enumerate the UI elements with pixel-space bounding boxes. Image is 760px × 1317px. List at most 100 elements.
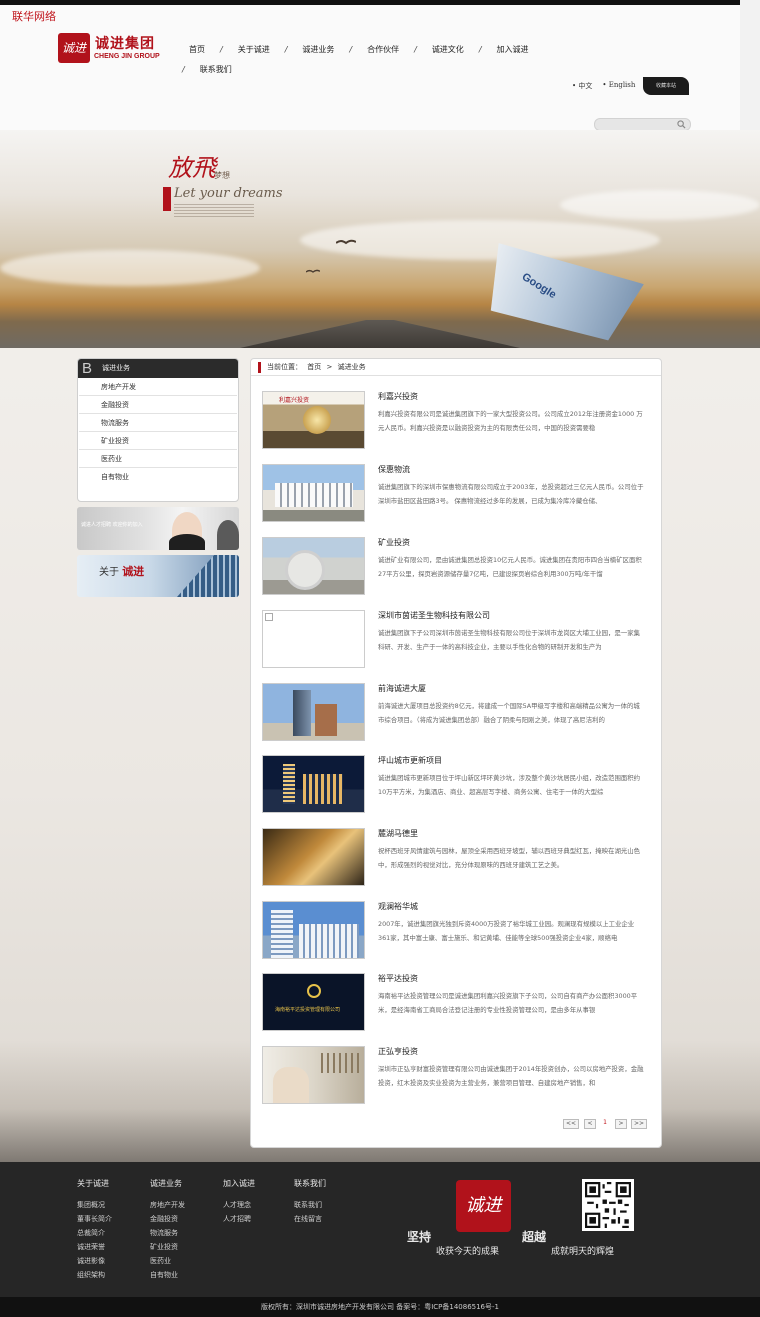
footer-link[interactable]: 组织架构 <box>77 1268 112 1282</box>
footer-link[interactable]: 人才理念 <box>223 1198 255 1212</box>
list-item[interactable]: 观澜裕华城 2007年，诚进集团旗光独到斥资4000万投资了裕华城工业园。观澜现… <box>262 901 652 961</box>
footer-link[interactable]: 房地产开发 <box>150 1198 185 1212</box>
item-title[interactable]: 矿业投资 <box>378 537 410 548</box>
list-item[interactable]: 海南裕平达投资管理有限公司 裕平达投资 海南裕平达投资管理公司是诚进集团利嘉兴投… <box>262 973 652 1033</box>
pager-current-page[interactable]: 1 <box>600 1119 610 1129</box>
footer-link[interactable]: 矿业投资 <box>150 1240 185 1254</box>
item-title[interactable]: 坪山城市更新项目 <box>378 755 442 766</box>
footer-seal-logo: 诚进 <box>456 1180 511 1232</box>
nav-culture[interactable]: 诚进文化 <box>425 44 471 55</box>
lang-zh[interactable]: • 中文 <box>572 81 592 91</box>
list-item[interactable]: 深圳市茵诺圣生物科技有限公司 诚进集团旗下子公司深圳市茵诺圣生物科技有限公司位于… <box>262 610 652 670</box>
item-title[interactable]: 保惠物流 <box>378 464 410 475</box>
sidebar-item-mining[interactable]: 矿业投资 <box>79 432 237 450</box>
search-input[interactable] <box>595 119 675 130</box>
about-banner[interactable]: 关于 诚进 <box>77 555 239 597</box>
footer-link[interactable]: 金融投资 <box>150 1212 185 1226</box>
pager-first-button[interactable]: << <box>563 1119 579 1129</box>
recruit-banner[interactable]: 诚进人才招聘 欢迎你的加入 <box>77 507 239 550</box>
footer-link[interactable]: 医药业 <box>150 1254 185 1268</box>
sidebar-header: B 诚进业务 <box>78 359 238 378</box>
item-title[interactable]: 利嘉兴投资 <box>378 391 418 402</box>
item-description: 深圳市正弘亨财富投资管理有限公司由诚进集团于2014年投资创办，公司以房地产投资… <box>378 1065 644 1087</box>
footer-link[interactable]: 董事长简介 <box>77 1212 112 1226</box>
footer-link[interactable]: 在线留言 <box>294 1212 326 1226</box>
list-item[interactable]: 麓湖马德里 祝杯西班牙风情建筑与园林，屋顶全采用西班牙坡型，辅以西班牙典型红瓦，… <box>262 828 652 888</box>
item-title[interactable]: 深圳市茵诺圣生物科技有限公司 <box>378 610 490 621</box>
footer-col-title[interactable]: 关于诚进 <box>77 1178 112 1189</box>
thumbnail-globe <box>303 406 331 434</box>
item-title[interactable]: 观澜裕华城 <box>378 901 418 912</box>
item-title[interactable]: 裕平达投资 <box>378 973 418 984</box>
breadcrumb-label: 当前位置： <box>267 363 302 371</box>
list-item[interactable]: 矿业投资 诚进矿业有限公司，是由诚进集团总投资10亿元人民币。诚进集团在贵阳市四… <box>262 537 652 597</box>
nav-about[interactable]: 关于诚进 <box>231 44 277 55</box>
footer-col-about: 关于诚进 集团概况 董事长简介 总裁简介 诚进荣誉 诚进影像 组织架构 <box>77 1178 112 1282</box>
footer-col-title[interactable]: 联系我们 <box>294 1178 326 1189</box>
item-thumbnail[interactable]: 利嘉兴投资 <box>262 391 365 449</box>
footer-col-title[interactable]: 诚进业务 <box>150 1178 185 1189</box>
item-thumbnail[interactable] <box>262 828 365 886</box>
search-icon[interactable] <box>677 120 686 129</box>
list-item[interactable]: 坪山城市更新项目 诚进集团城市更新项目位于坪山新区坪环黄沙坑，涉及整个黄沙坑居民… <box>262 755 652 815</box>
list-item[interactable]: 保惠物流 诚进集团旗下的深圳市保惠物流有限公司成立于2003年，总投资超过三亿元… <box>262 464 652 524</box>
footer-slogan-left-sub: 收获今天的成果 <box>436 1247 500 1257</box>
pager-prev-button[interactable]: < <box>584 1119 596 1129</box>
footer-link[interactable]: 总裁简介 <box>77 1226 112 1240</box>
item-thumbnail[interactable] <box>262 683 365 741</box>
sidebar-item-medicine[interactable]: 医药业 <box>79 450 237 468</box>
thumbnail-plant <box>285 550 325 590</box>
nav-contact[interactable]: 联系我们 <box>193 64 239 75</box>
item-description: 诚进集团城市更新项目位于坪山新区坪环黄沙坑，涉及整个黄沙坑居民小组，改造范围面积… <box>378 774 641 796</box>
footer-col-title[interactable]: 加入诚进 <box>223 1178 255 1189</box>
footer-link[interactable]: 诚进影像 <box>77 1254 112 1268</box>
nav-business[interactable]: 诚进业务 <box>295 44 341 55</box>
banner-cloud <box>0 250 260 286</box>
site-tag: 联华网络 <box>12 10 56 23</box>
item-title[interactable]: 正弘亨投资 <box>378 1046 418 1057</box>
footer-col-business: 诚进业务 房地产开发 金融投资 物流服务 矿业投资 医药业 自有物业 <box>150 1178 185 1282</box>
pager-next-button[interactable]: > <box>615 1119 627 1129</box>
nav-join[interactable]: 加入诚进 <box>490 44 536 55</box>
person-image <box>217 520 239 550</box>
item-description: 祝杯西班牙风情建筑与园林，屋顶全采用西班牙坡型，辅以西班牙典型红瓦，掩映在湖光山… <box>378 847 641 869</box>
thumbnail-logo <box>307 984 321 998</box>
item-description: 诚进矿业有限公司，是由诚进集团总投资10亿元人民币。诚进集团在贵阳市四合当楠矿区… <box>378 556 642 578</box>
footer: 关于诚进 集团概况 董事长简介 总裁简介 诚进荣誉 诚进影像 组织架构 诚进业务… <box>0 1162 760 1297</box>
footer-slogan-left: 坚持 <box>407 1230 432 1244</box>
item-thumbnail[interactable] <box>262 537 365 595</box>
footer-link[interactable]: 人才招聘 <box>223 1212 255 1226</box>
banner-road <box>240 320 520 348</box>
item-thumbnail[interactable]: 海南裕平达投资管理有限公司 <box>262 973 365 1031</box>
item-thumbnail[interactable] <box>262 1046 365 1104</box>
lang-en[interactable]: • English <box>602 81 635 91</box>
footer-col-join: 加入诚进 人才理念 人才招聘 <box>223 1178 255 1226</box>
nav-home[interactable]: 首页 <box>182 44 212 55</box>
footer-link[interactable]: 物流服务 <box>150 1226 185 1240</box>
item-thumbnail[interactable] <box>262 464 365 522</box>
qr-code-icon <box>585 1182 631 1228</box>
item-thumbnail[interactable] <box>262 610 365 668</box>
footer-link[interactable]: 诚进荣誉 <box>77 1240 112 1254</box>
sidebar-item-real-estate[interactable]: 房地产开发 <box>79 378 237 396</box>
item-thumbnail[interactable] <box>262 755 365 813</box>
item-title[interactable]: 前海诚进大厦 <box>378 683 426 694</box>
sidebar-item-logistics[interactable]: 物流服务 <box>79 414 237 432</box>
list-item[interactable]: 利嘉兴投资 利嘉兴投资 利嘉兴投资有限公司是诚进集团旗下的一家大型投资公司。公司… <box>262 391 652 451</box>
sidebar-item-property[interactable]: 自有物业 <box>79 468 237 486</box>
pager-last-button[interactable]: >> <box>631 1119 647 1129</box>
logo[interactable]: 诚进 诚进集团 CHENG JIN GROUP <box>58 33 168 65</box>
bird-icon <box>306 269 320 273</box>
item-title[interactable]: 麓湖马德里 <box>378 828 418 839</box>
footer-link[interactable]: 集团概况 <box>77 1198 112 1212</box>
sidebar-header-letter: B <box>82 360 93 377</box>
footer-link[interactable]: 联系我们 <box>294 1198 326 1212</box>
breadcrumb-home[interactable]: 首页 <box>307 363 321 371</box>
footer-link[interactable]: 自有物业 <box>150 1268 185 1282</box>
list-item[interactable]: 正弘亨投资 深圳市正弘亨财富投资管理有限公司由诚进集团于2014年投资创办，公司… <box>262 1046 652 1106</box>
list-item[interactable]: 前海诚进大厦 前海诚进大厦项目总投资约8亿元，将建成一个国际5A甲级写字楼和高端… <box>262 683 652 743</box>
nav-partners[interactable]: 合作伙伴 <box>360 44 406 55</box>
favorite-button[interactable]: 收藏本站 <box>643 77 689 95</box>
item-thumbnail[interactable] <box>262 901 365 959</box>
sidebar-item-finance[interactable]: 金融投资 <box>79 396 237 414</box>
